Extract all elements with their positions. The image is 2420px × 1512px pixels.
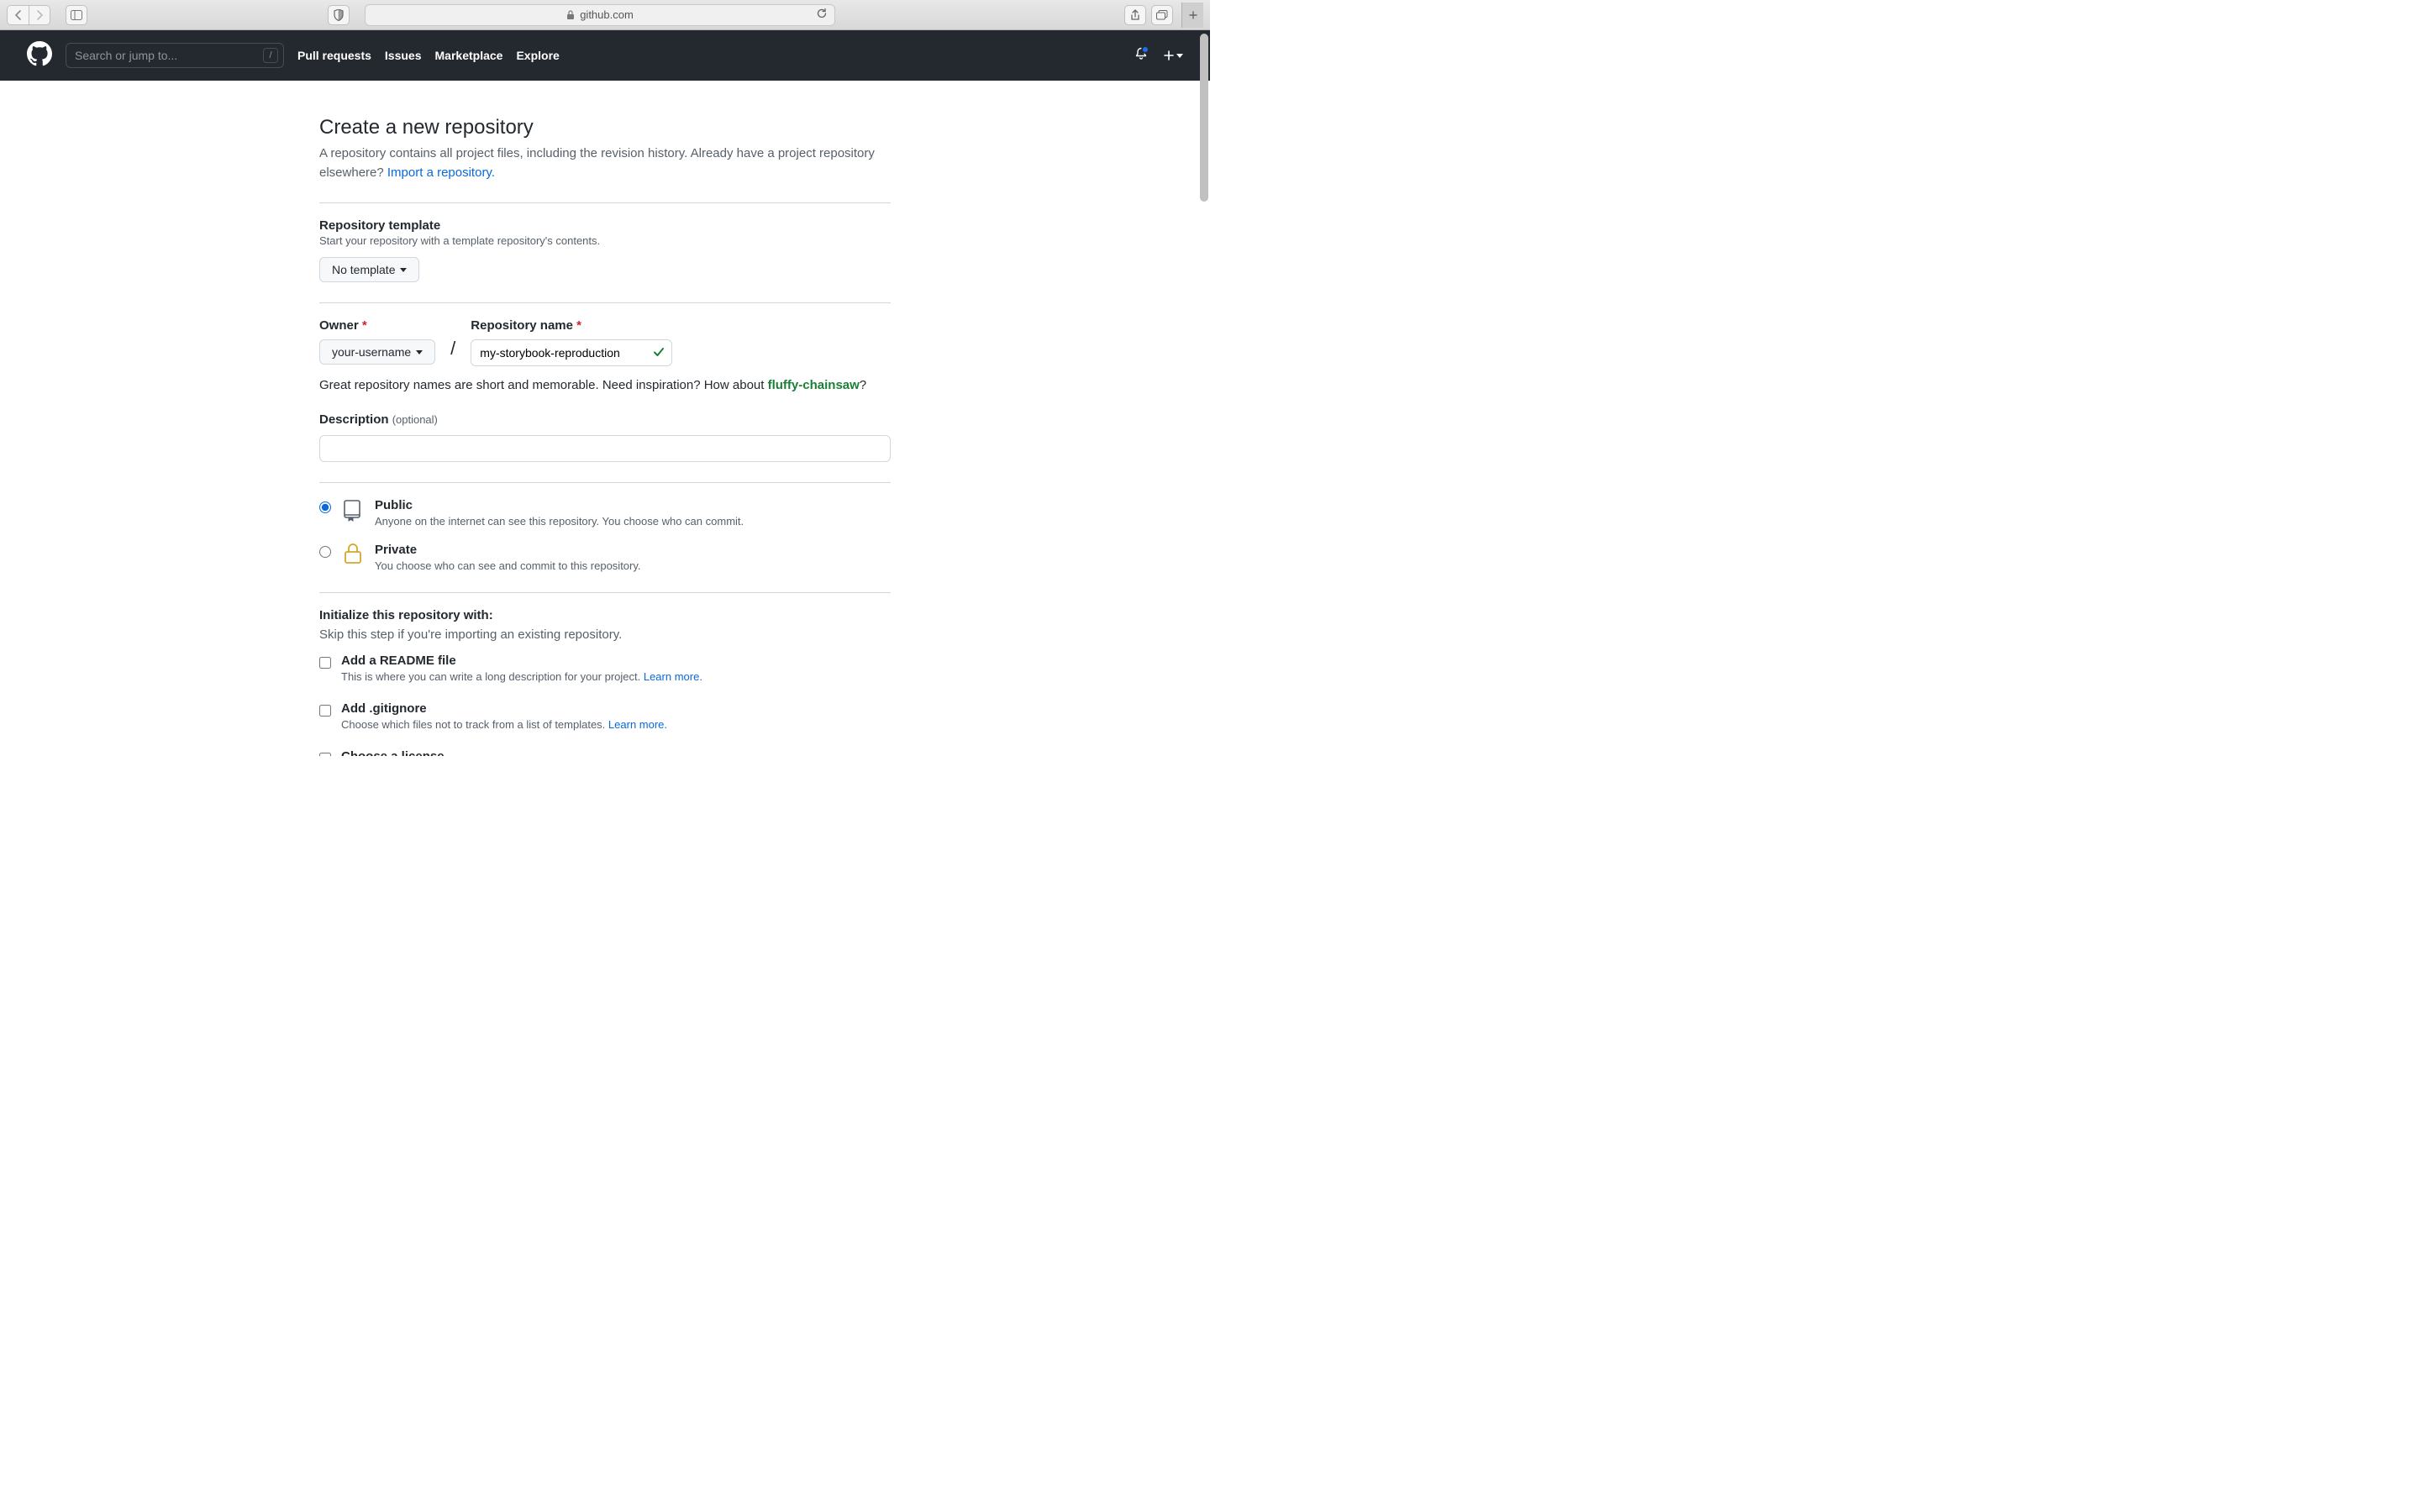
description-label: Description (optional)	[319, 412, 891, 427]
init-skip-note: Skip this step if you're importing an ex…	[319, 626, 891, 645]
reload-button[interactable]	[816, 8, 828, 22]
readme-title: Add a README file	[341, 654, 456, 668]
init-heading: Initialize this repository with:	[319, 608, 891, 622]
back-button[interactable]	[7, 5, 29, 25]
readme-learn-more-link[interactable]: Learn more.	[644, 670, 702, 683]
template-select-value: No template	[332, 263, 395, 276]
divider	[319, 202, 891, 203]
visibility-public-radio[interactable]	[319, 501, 331, 513]
notification-dot	[1141, 45, 1150, 54]
choose-license-checkbox[interactable]	[319, 753, 331, 757]
nav-explore[interactable]: Explore	[516, 49, 559, 62]
address-bar[interactable]: github.com	[365, 4, 835, 26]
add-gitignore-checkbox[interactable]	[319, 705, 331, 717]
public-desc: Anyone on the internet can see this repo…	[375, 515, 744, 528]
lock-icon	[566, 10, 575, 20]
address-bar-host: github.com	[580, 8, 634, 21]
create-new-dropdown[interactable]	[1163, 50, 1183, 61]
add-readme-checkbox[interactable]	[319, 657, 331, 669]
check-icon	[652, 345, 666, 363]
description-input[interactable]	[319, 435, 891, 462]
gitignore-desc: Choose which files not to track from a l…	[341, 718, 667, 731]
gitignore-learn-more-link[interactable]: Learn more.	[608, 718, 667, 731]
plus-icon	[1163, 50, 1175, 61]
divider	[319, 302, 891, 303]
browser-toolbar: github.com	[0, 0, 1210, 30]
sidebar-toggle-button[interactable]	[66, 5, 87, 25]
divider	[319, 482, 891, 483]
github-header: Search or jump to... / Pull requests Iss…	[0, 30, 1210, 81]
search-input[interactable]: Search or jump to... /	[66, 43, 284, 68]
visibility-private-radio[interactable]	[319, 546, 331, 558]
page-title: Create a new repository	[319, 116, 891, 139]
notifications-button[interactable]	[1134, 47, 1148, 65]
reponame-input[interactable]	[471, 339, 672, 366]
nav-marketplace[interactable]: Marketplace	[435, 49, 503, 62]
repo-public-icon	[341, 498, 365, 522]
scrollbar-thumb[interactable]	[1200, 34, 1208, 202]
reponame-hint: Great repository names are short and mem…	[319, 378, 891, 392]
search-placeholder: Search or jump to...	[75, 49, 177, 62]
privacy-shield-button[interactable]	[328, 5, 350, 25]
nav-issues[interactable]: Issues	[385, 49, 422, 62]
public-title: Public	[375, 498, 413, 512]
name-suggestion[interactable]: fluffy-chainsaw	[768, 378, 860, 392]
import-repo-link[interactable]: Import a repository.	[387, 165, 495, 180]
owner-select[interactable]: your-username	[319, 339, 435, 365]
owner-label: Owner *	[319, 318, 435, 333]
tabs-button[interactable]	[1151, 5, 1173, 25]
reponame-label: Repository name *	[471, 318, 672, 333]
license-title: Choose a license	[341, 749, 445, 757]
owner-slash-separator: /	[450, 338, 455, 360]
page-scroll-area[interactable]: Create a new repository A repository con…	[0, 81, 1210, 756]
forward-button[interactable]	[29, 5, 50, 25]
caret-down-icon	[416, 350, 423, 354]
template-section-desc: Start your repository with a template re…	[319, 234, 891, 247]
primary-nav: Pull requests Issues Marketplace Explore	[297, 49, 560, 62]
share-button[interactable]	[1124, 5, 1146, 25]
caret-down-icon	[1176, 54, 1183, 58]
template-section-title: Repository template	[319, 218, 891, 233]
template-select[interactable]: No template	[319, 257, 419, 282]
github-logo-icon[interactable]	[27, 41, 52, 71]
private-title: Private	[375, 543, 417, 557]
repo-private-icon	[341, 543, 365, 564]
owner-select-value: your-username	[332, 345, 411, 359]
nav-pull-requests[interactable]: Pull requests	[297, 49, 371, 62]
slash-key-hint: /	[263, 48, 278, 63]
page-subhead: A repository contains all project files,…	[319, 144, 891, 182]
readme-desc: This is where you can write a long descr…	[341, 670, 702, 683]
caret-down-icon	[400, 268, 407, 272]
private-desc: You choose who can see and commit to thi…	[375, 559, 641, 572]
gitignore-title: Add .gitignore	[341, 701, 427, 716]
new-tab-button[interactable]	[1181, 3, 1203, 28]
divider	[319, 592, 891, 593]
